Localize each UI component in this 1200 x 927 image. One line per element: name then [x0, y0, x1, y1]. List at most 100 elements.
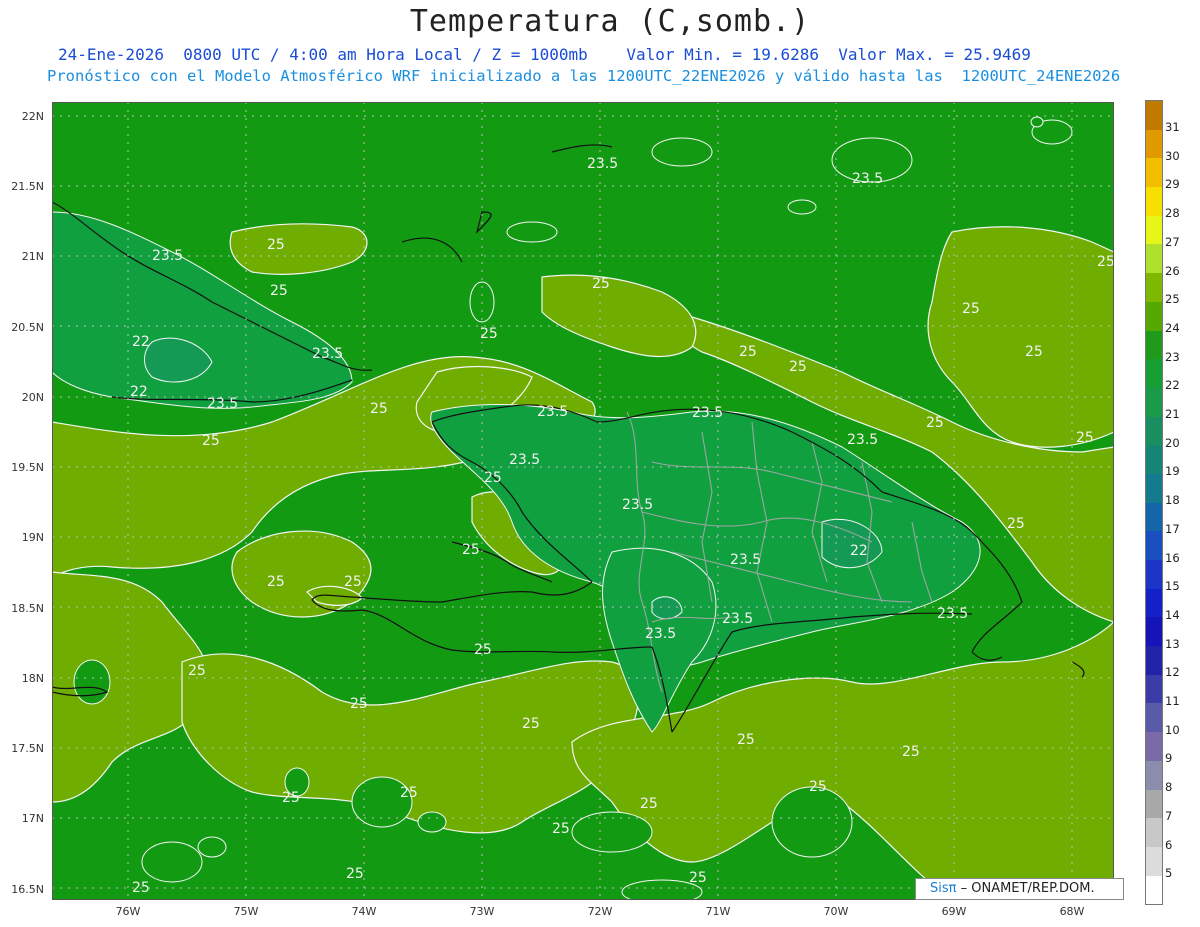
- colorbar-label: 29: [1165, 177, 1180, 192]
- colorbar-label: 13: [1165, 636, 1180, 651]
- contour-label: 25: [552, 821, 570, 837]
- contour-label: 23.5: [537, 404, 568, 420]
- lat-label: 16.5N: [11, 883, 44, 896]
- colorbar-label: 5: [1165, 866, 1173, 881]
- colorbar-swatch: [1146, 646, 1162, 675]
- colorbar-label: 6: [1165, 837, 1173, 852]
- contour-label: 25: [270, 283, 288, 299]
- colorbar-label: 21: [1165, 407, 1180, 421]
- colorbar-label: 7: [1165, 808, 1173, 823]
- colorbar-swatch: [1146, 187, 1162, 216]
- colorbar-label: 23: [1165, 349, 1180, 364]
- contour-label: 25: [1007, 516, 1025, 532]
- colorbar-label: 11: [1165, 694, 1180, 708]
- colorbar-label: 17: [1165, 521, 1180, 536]
- temperature-colorbar: [1145, 100, 1163, 906]
- lon-label: 74W: [351, 905, 377, 918]
- contour-label: 25: [640, 796, 658, 812]
- contour-label: 25: [480, 326, 498, 342]
- lat-label: 21.5N: [11, 180, 44, 193]
- contour-label: 25: [809, 779, 827, 795]
- contour-label: 23.5: [730, 552, 761, 568]
- lat-label: 20N: [21, 391, 44, 404]
- colorbar-swatch: [1146, 359, 1162, 388]
- contour-label: 23.5: [509, 452, 540, 468]
- colorbar-swatch: [1146, 760, 1162, 790]
- lon-label: 76W: [115, 905, 141, 918]
- colorbar-swatch: [1146, 273, 1162, 302]
- contour-label: 25: [484, 470, 502, 486]
- colorbar-swatch: [1146, 531, 1162, 560]
- colorbar-swatch: [1146, 617, 1162, 647]
- contour-label: 25: [282, 790, 300, 806]
- colorbar-swatch: [1146, 560, 1162, 589]
- credit-text: – ONAMET/REP.DOM.: [956, 881, 1095, 896]
- colorbar-swatch: [1146, 818, 1162, 847]
- contour-label: 23.5: [587, 156, 618, 172]
- colorbar-swatch: [1146, 416, 1162, 446]
- temperature-map: 23.5 25 25 22 22 23.5 23.5 25 25 25 25 23.5 23.5 25 25…: [52, 102, 1114, 900]
- map-title: Temperatura (C,somb.): [409, 4, 811, 39]
- lon-label: 75W: [233, 905, 259, 918]
- colorbar-label: 9: [1165, 751, 1173, 766]
- contour-label: 25: [346, 866, 364, 882]
- colorbar-label: 28: [1165, 206, 1180, 221]
- contour-label: 23.5: [937, 606, 968, 622]
- contour-label: 25: [902, 744, 920, 760]
- colorbar-swatch: [1146, 387, 1162, 417]
- lon-label: 70W: [823, 905, 849, 918]
- contour-label: 25: [592, 276, 610, 292]
- lat-label: 21N: [21, 250, 44, 263]
- lat-label: 17N: [21, 812, 44, 825]
- lat-label: 20.5N: [11, 321, 44, 334]
- lat-label: 19.5N: [11, 461, 44, 474]
- contour-label: 22: [132, 334, 150, 350]
- colorbar-label: 30: [1165, 148, 1180, 163]
- contour-label: 25: [1025, 344, 1043, 360]
- colorbar-swatch: [1146, 215, 1162, 245]
- contour-label: 25: [474, 642, 492, 658]
- contour-label: 23.5: [692, 405, 723, 421]
- colorbar-label: 24: [1165, 320, 1180, 335]
- colorbar-label: 19: [1165, 464, 1180, 479]
- lon-label: 68W: [1059, 905, 1085, 918]
- lat-label: 18.5N: [11, 602, 44, 615]
- colorbar-label: 20: [1165, 435, 1180, 450]
- contour-label: 25: [926, 415, 944, 431]
- contour-label: 25: [267, 574, 285, 590]
- contour-label: 25: [350, 696, 368, 712]
- valid-time-subtitle: 24-Ene-2026 0800 UTC / 4:00 am Hora Loca…: [58, 45, 1031, 64]
- credit-brand: Sisπ: [930, 881, 957, 896]
- colorbar-label: 25: [1165, 292, 1180, 307]
- colorbar-label: 8: [1165, 780, 1173, 795]
- lat-label: 17.5N: [11, 742, 44, 755]
- colorbar-swatch: [1146, 674, 1162, 704]
- colorbar-swatch: [1146, 703, 1162, 733]
- colorbar-label: 26: [1165, 263, 1180, 278]
- contour-label: 25: [789, 359, 807, 375]
- colorbar-label: 27: [1165, 234, 1180, 249]
- colorbar-swatch: [1146, 875, 1162, 905]
- colorbar-swatch: [1146, 445, 1162, 474]
- contour-label: 25: [462, 542, 480, 558]
- lon-label: 72W: [587, 905, 613, 918]
- colorbar-swatch: [1146, 101, 1162, 130]
- colorbar-swatch: [1146, 473, 1162, 503]
- lat-label: 18N: [21, 672, 44, 685]
- contour-label: 25: [689, 870, 707, 886]
- credit-box: Sisπ – ONAMET/REP.DOM.: [915, 878, 1124, 900]
- colorbar-swatch: [1146, 330, 1162, 360]
- map-canvas: 23.5 25 25 22 22 23.5 23.5 25 25 25 25 23.5 23.5 25 25…: [52, 102, 1114, 900]
- contour-label: 25: [739, 344, 757, 360]
- contour-label: 23.5: [847, 432, 878, 448]
- colorbar-swatch: [1146, 129, 1162, 159]
- model-run-subtitle: Pronóstico con el Modelo Atmosférico WRF…: [47, 67, 1121, 85]
- colorbar-swatch: [1146, 789, 1162, 819]
- colorbar-label: 10: [1165, 722, 1180, 737]
- contour-label: 25: [400, 785, 418, 801]
- lat-label: 22N: [21, 110, 44, 123]
- colorbar-label: 18: [1165, 493, 1180, 508]
- contour-label: 23.5: [622, 497, 653, 513]
- contour-label: 23.5: [312, 346, 343, 362]
- colorbar-swatch: [1146, 588, 1162, 618]
